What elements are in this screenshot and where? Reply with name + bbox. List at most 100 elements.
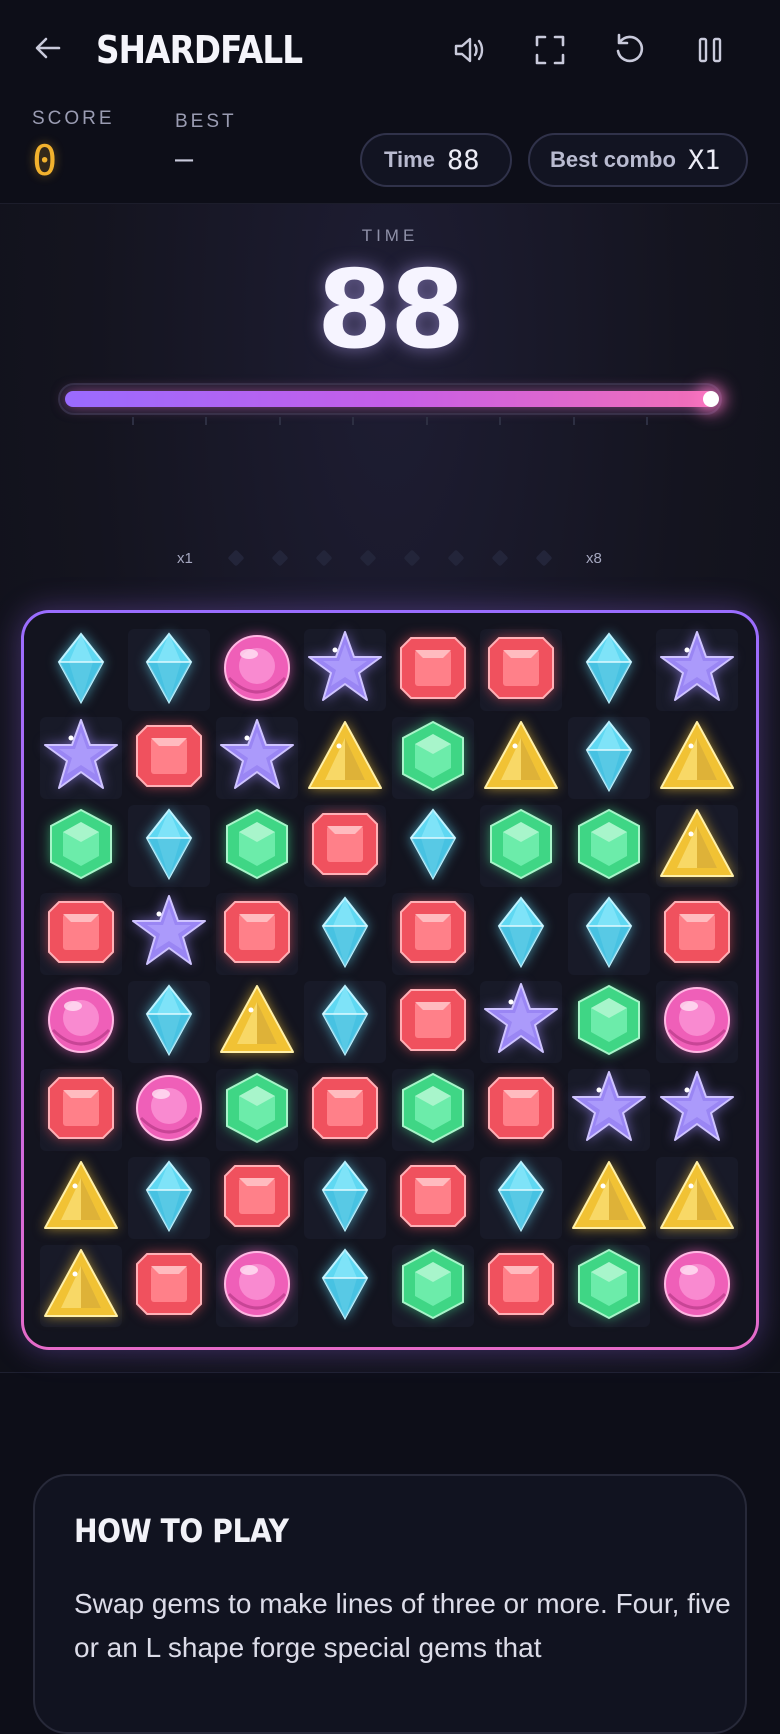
gem-cell[interactable] <box>392 1245 474 1327</box>
gem-cell[interactable] <box>128 629 210 711</box>
green-gem-icon <box>217 1068 297 1153</box>
cyan-gem-icon <box>129 980 209 1065</box>
gem-cell[interactable] <box>656 717 738 799</box>
red-gem-icon <box>305 1068 385 1153</box>
gem-cell[interactable] <box>304 1157 386 1239</box>
gem-cell[interactable] <box>40 805 122 887</box>
yellow-gem-icon <box>41 1244 121 1329</box>
purple-gem-icon <box>305 628 385 713</box>
gem-cell[interactable] <box>480 717 562 799</box>
gem-cell[interactable] <box>392 1157 474 1239</box>
gem-cell[interactable] <box>128 717 210 799</box>
cyan-gem-icon <box>129 804 209 889</box>
best-value: – <box>175 142 194 177</box>
gem-cell[interactable] <box>392 629 474 711</box>
gem-cell[interactable] <box>656 805 738 887</box>
gem-cell[interactable] <box>40 981 122 1063</box>
gem-cell[interactable] <box>304 1069 386 1151</box>
gem-cell[interactable] <box>304 893 386 975</box>
timer-tick <box>352 417 354 425</box>
time-pill-label: Time <box>384 147 435 172</box>
gem-cell[interactable] <box>568 717 650 799</box>
gem-cell[interactable] <box>480 893 562 975</box>
gem-cell[interactable] <box>392 981 474 1063</box>
gem-cell[interactable] <box>568 1069 650 1151</box>
sound-button[interactable] <box>448 30 492 74</box>
cyan-gem-icon <box>129 628 209 713</box>
gem-cell[interactable] <box>480 1157 562 1239</box>
red-gem-icon <box>393 628 473 713</box>
gem-cell[interactable] <box>304 717 386 799</box>
gem-cell[interactable] <box>656 1069 738 1151</box>
gem-cell[interactable] <box>216 717 298 799</box>
gem-cell[interactable] <box>216 629 298 711</box>
red-gem-icon <box>217 892 297 977</box>
gem-cell[interactable] <box>128 805 210 887</box>
gem-cell[interactable] <box>656 981 738 1063</box>
restart-icon <box>612 32 648 73</box>
gem-cell[interactable] <box>216 981 298 1063</box>
yellow-gem-icon <box>217 980 297 1065</box>
gem-cell[interactable] <box>40 717 122 799</box>
gem-cell[interactable] <box>40 1069 122 1151</box>
gem-cell[interactable] <box>40 1245 122 1327</box>
gem-cell[interactable] <box>128 1245 210 1327</box>
gem-board <box>21 610 759 1350</box>
gem-cell[interactable] <box>128 981 210 1063</box>
gem-cell[interactable] <box>392 893 474 975</box>
green-gem-icon <box>569 1244 649 1329</box>
timer-tick <box>205 417 207 425</box>
gem-cell[interactable] <box>216 1069 298 1151</box>
gem-cell[interactable] <box>480 1069 562 1151</box>
back-button[interactable] <box>28 30 68 70</box>
gem-cell[interactable] <box>568 893 650 975</box>
gem-cell[interactable] <box>304 805 386 887</box>
gem-cell[interactable] <box>656 1157 738 1239</box>
gem-cell[interactable] <box>216 893 298 975</box>
gem-cell[interactable] <box>40 893 122 975</box>
gem-cell[interactable] <box>568 805 650 887</box>
gem-cell[interactable] <box>568 629 650 711</box>
gem-cell[interactable] <box>480 981 562 1063</box>
gem-cell[interactable] <box>656 893 738 975</box>
pink-gem-icon <box>657 1244 737 1329</box>
multiplier-max-label: x8 <box>586 550 602 567</box>
yellow-gem-icon <box>657 1156 737 1241</box>
gem-cell[interactable] <box>40 629 122 711</box>
gem-cell[interactable] <box>304 629 386 711</box>
gem-cell[interactable] <box>480 805 562 887</box>
yellow-gem-icon <box>41 1156 121 1241</box>
restart-button[interactable] <box>608 30 652 74</box>
gem-cell[interactable] <box>216 1245 298 1327</box>
pause-button[interactable] <box>688 30 732 74</box>
gem-cell[interactable] <box>568 981 650 1063</box>
gem-cell[interactable] <box>128 893 210 975</box>
fullscreen-button[interactable] <box>528 30 572 74</box>
gem-cell[interactable] <box>656 1245 738 1327</box>
red-gem-icon <box>657 892 737 977</box>
gem-cell[interactable] <box>480 629 562 711</box>
gem-cell[interactable] <box>656 629 738 711</box>
gem-cell[interactable] <box>40 1157 122 1239</box>
pink-gem-icon <box>129 1068 209 1153</box>
pink-gem-icon <box>217 628 297 713</box>
gem-cell[interactable] <box>216 1157 298 1239</box>
gem-cell[interactable] <box>568 1157 650 1239</box>
gem-cell[interactable] <box>568 1245 650 1327</box>
gem-cell[interactable] <box>216 805 298 887</box>
gem-cell[interactable] <box>392 717 474 799</box>
cyan-gem-icon <box>393 804 473 889</box>
gem-cell[interactable] <box>392 805 474 887</box>
gem-cell[interactable] <box>392 1069 474 1151</box>
gem-cell[interactable] <box>128 1069 210 1151</box>
best-combo-value: X1 <box>687 144 721 176</box>
gem-cell[interactable] <box>304 981 386 1063</box>
gem-cell[interactable] <box>128 1157 210 1239</box>
gem-cell[interactable] <box>480 1245 562 1327</box>
green-gem-icon <box>569 804 649 889</box>
yellow-gem-icon <box>657 804 737 889</box>
gem-cell[interactable] <box>304 1245 386 1327</box>
green-gem-icon <box>41 804 121 889</box>
yellow-gem-icon <box>569 1156 649 1241</box>
time-pill-value: 88 <box>446 144 480 176</box>
